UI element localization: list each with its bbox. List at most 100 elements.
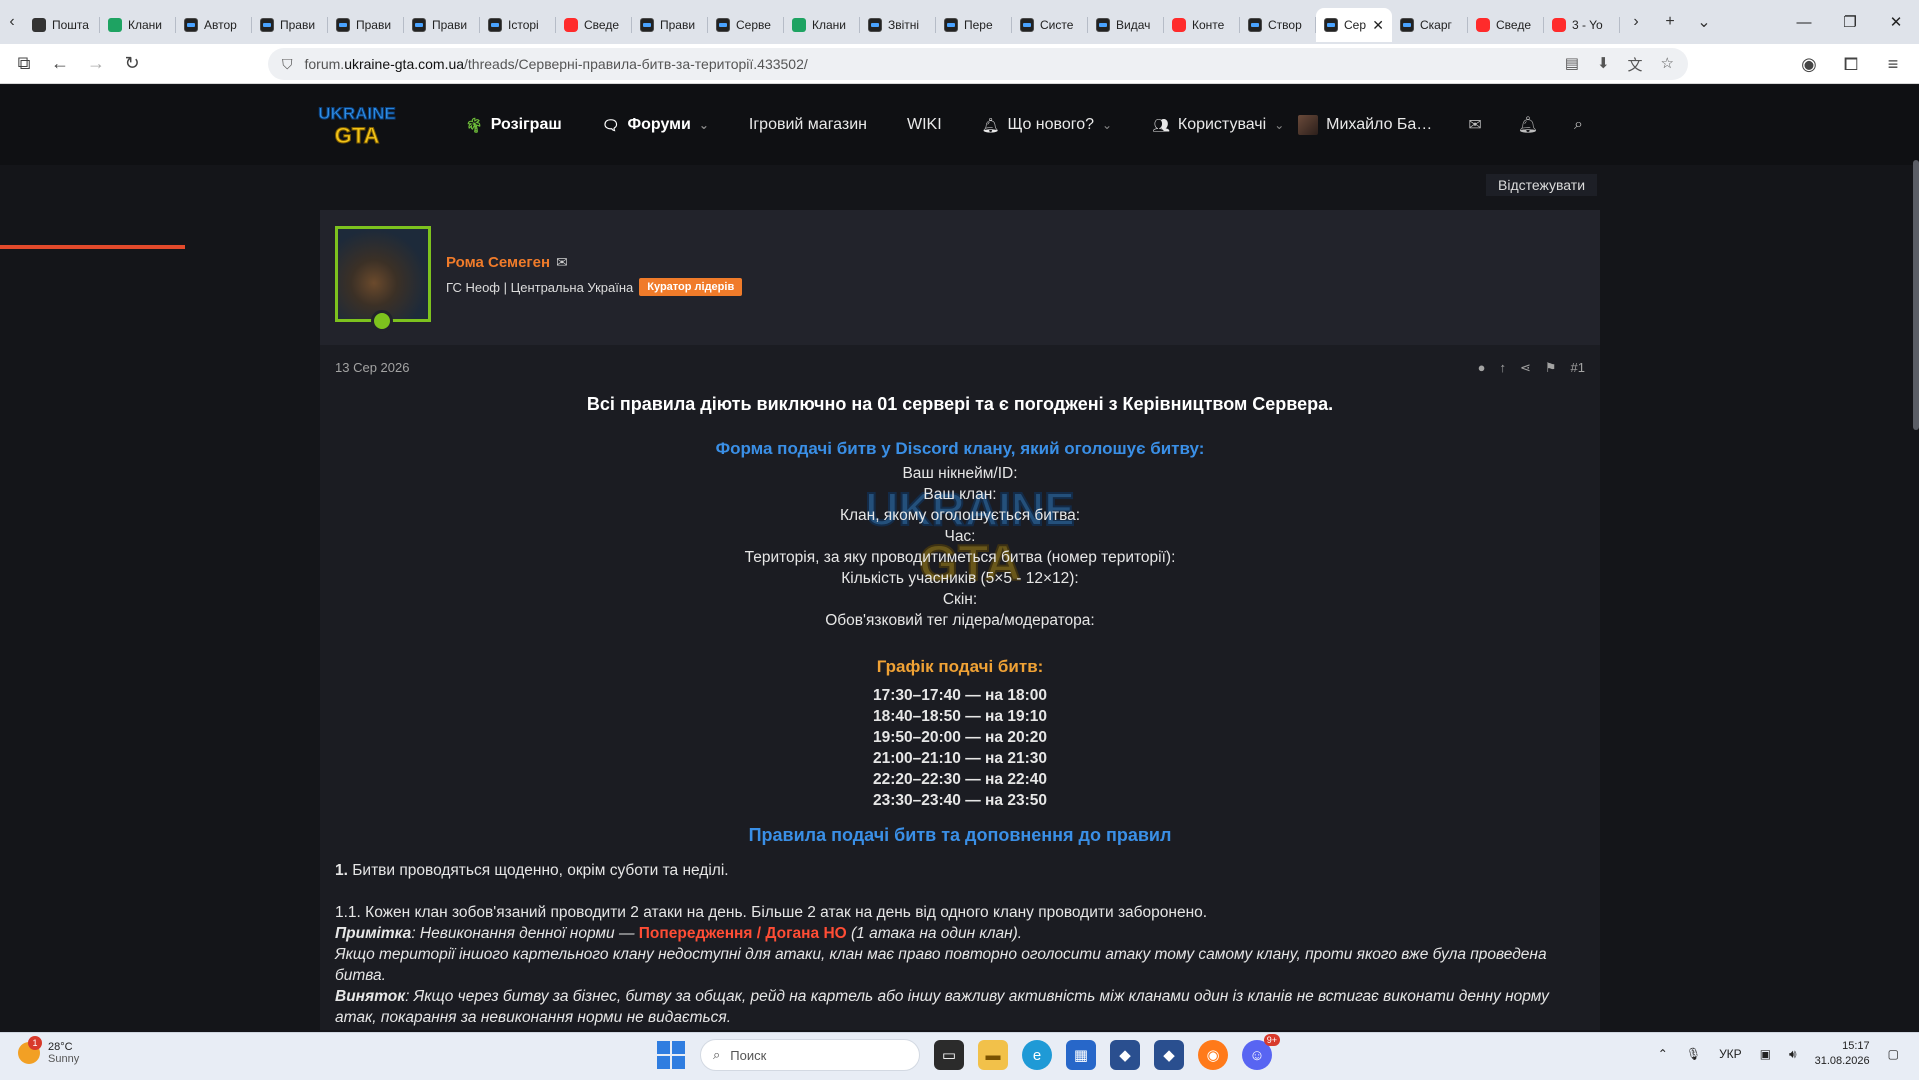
close-window-icon[interactable]: ✕ — [1873, 0, 1919, 44]
chevron-down-icon[interactable]: ⌄ — [1274, 118, 1284, 132]
tray-chevron-icon[interactable]: ⌃ — [1658, 1047, 1668, 1061]
browser-tab[interactable]: Систе — [1012, 8, 1088, 42]
nav-item[interactable]: Ігровий магазин — [729, 85, 887, 165]
volume-icon[interactable]: 🔊︎ — [1789, 1047, 1797, 1062]
user-menu[interactable]: Михайло Ба… — [1298, 115, 1432, 135]
tabs-scroll-left-icon[interactable]: ‹ — [0, 0, 24, 44]
edge-icon[interactable]: e — [1022, 1040, 1052, 1070]
post-date[interactable]: 13 Сер 2026 — [335, 360, 409, 375]
browser-tab[interactable]: Історі — [480, 8, 556, 42]
browser-tab[interactable]: Конте — [1164, 8, 1240, 42]
reader-view-icon[interactable]: ▤ — [1565, 54, 1579, 75]
tab-title: Систе — [1040, 18, 1074, 32]
youtube-icon — [564, 18, 578, 32]
nav-item[interactable]: 🌴︎ Розіграш — [445, 85, 582, 165]
forward-icon[interactable]: → — [78, 48, 114, 80]
save-page-icon[interactable]: ⬇ — [1597, 54, 1610, 75]
store-icon[interactable]: ▦ — [1066, 1040, 1096, 1070]
weather-widget[interactable]: 1 28°C Sunny — [18, 1036, 79, 1065]
start-button[interactable] — [656, 1040, 686, 1070]
bookmark-icon[interactable]: ⚑ — [1545, 360, 1557, 376]
browser-tab[interactable]: Сведе — [1468, 8, 1544, 42]
extensions-icon[interactable]: ⧠ — [1833, 48, 1869, 80]
sidebar-toggle-icon[interactable]: ⧉ — [6, 48, 42, 80]
nav-item[interactable]: 👥︎ Користувачі ⌄ — [1132, 85, 1304, 165]
menu-icon[interactable]: ≡ — [1875, 48, 1911, 80]
notifications-icon[interactable]: ▢ — [1888, 1047, 1899, 1061]
browser-tab[interactable]: Прави — [252, 8, 328, 42]
bookmark-star-icon[interactable]: ☆ — [1661, 54, 1674, 75]
task-view-icon[interactable]: ▭ — [934, 1040, 964, 1070]
reaction-icon[interactable]: ● — [1478, 360, 1486, 376]
share-icon[interactable]: ⋖ — [1520, 360, 1531, 376]
main-nav: 🌴︎ Розіграш 🗨︎ Форуми ⌄ Ігровий магазин WIKI 🔔︎… — [445, 85, 1304, 165]
file-explorer-icon[interactable]: ▬ — [978, 1040, 1008, 1070]
browser-tab[interactable]: Прави — [328, 8, 404, 42]
browser-tab[interactable]: Клани — [784, 8, 860, 42]
browser-tab[interactable]: Звітні — [860, 8, 936, 42]
ukraine-gta-logo[interactable]: UKRAINE GTA — [314, 97, 400, 151]
post-number[interactable]: #1 — [1571, 360, 1585, 376]
sheet-icon — [792, 18, 806, 32]
restore-icon[interactable]: ❐ — [1827, 0, 1873, 44]
address-bar[interactable]: ⛉ forum.ukraine-gta.com.ua/threads/Серве… — [268, 48, 1688, 80]
back-icon[interactable]: ← — [42, 48, 78, 80]
taskbar-apps: ⌕ Поиск ▭ ▬ e ▦ ◆ ◆ ◉ ☺ 9+ — [656, 1034, 1280, 1071]
schedule-item: 22:20–22:30 — на 22:40 — [873, 771, 1047, 788]
game-launcher-icon[interactable]: ◆ — [1110, 1040, 1140, 1070]
browser-tab[interactable]: Прави — [632, 8, 708, 42]
nav-item[interactable]: 🗨︎ Форуми ⌄ — [582, 85, 729, 165]
taskbar-search[interactable]: ⌕ Поиск — [700, 1039, 920, 1071]
clock[interactable]: 15:17 31.08.2026 — [1815, 1039, 1870, 1069]
browser-tab[interactable]: Пере — [936, 8, 1012, 42]
browser-tab[interactable]: Прави — [404, 8, 480, 42]
browser-tab[interactable]: Скарг — [1392, 8, 1468, 42]
browser-tab[interactable]: 3 - Yo — [1544, 8, 1620, 42]
tab-active[interactable]: Сер ✕ — [1316, 8, 1392, 42]
search-icon[interactable]: ⌕ — [1574, 116, 1583, 134]
discord-icon[interactable]: ☺ 9+ — [1242, 1034, 1280, 1070]
site-info-icon[interactable]: ⛉ — [282, 56, 293, 73]
tabs-scroll-right-icon[interactable]: › — [1619, 0, 1653, 44]
message-envelope-icon[interactable]: ✉ — [556, 254, 568, 271]
minimize-icon[interactable]: — — [1781, 0, 1827, 44]
account-icon[interactable]: ◉ — [1791, 48, 1827, 80]
form-line: Ваш нікнейм/ID: — [902, 465, 1018, 482]
nav-item[interactable]: 🔔︎ Що нового? ⌄ — [962, 85, 1132, 165]
chevron-down-icon[interactable]: ⌄ — [699, 118, 709, 132]
envelope-icon[interactable]: ✉ — [1468, 115, 1481, 135]
form-line: Ваш клан: — [923, 486, 997, 503]
microphone-icon[interactable]: 🎙︎ — [1686, 1047, 1701, 1061]
tab-list-chevron-icon[interactable]: ⌄ — [1687, 0, 1721, 44]
reload-icon[interactable]: ↻ — [114, 48, 150, 80]
chevron-down-icon[interactable]: ⌄ — [1102, 118, 1112, 132]
url-text[interactable]: forum.ukraine-gta.com.ua/threads/Серверн… — [305, 56, 808, 72]
browser-tab[interactable]: Клани — [100, 8, 176, 42]
nav-item[interactable]: WIKI — [887, 85, 962, 165]
new-tab-icon[interactable]: + — [1653, 0, 1687, 44]
firefox-icon[interactable]: ◉ — [1198, 1040, 1228, 1070]
network-icon[interactable]: ▣ — [1760, 1047, 1771, 1061]
language-indicator[interactable]: УКР — [1719, 1047, 1742, 1061]
watch-thread-button[interactable]: Відстежувати — [1486, 174, 1598, 196]
bell-icon[interactable]: 🔔︎ — [1518, 115, 1538, 135]
close-tab-icon[interactable]: ✕ — [1372, 17, 1384, 34]
clock-time: 15:17 — [1842, 1040, 1870, 1052]
page-scrollbar[interactable] — [1913, 160, 1919, 430]
forum-icon — [184, 18, 198, 32]
browser-tab[interactable]: Сведе — [556, 8, 632, 42]
tab-title: Видач — [1116, 18, 1151, 32]
youtube-icon — [1476, 18, 1490, 32]
browser-tab[interactable]: Пошта — [24, 8, 100, 42]
translate-icon[interactable]: 文 — [1628, 54, 1643, 75]
author-name[interactable]: Рома Семеген ✉ — [446, 254, 568, 271]
tab-title: Клани — [812, 18, 846, 32]
browser-tab[interactable]: Автор — [176, 8, 252, 42]
browser-tab[interactable]: Створ — [1240, 8, 1316, 42]
browser-tab[interactable]: Видач — [1088, 8, 1164, 42]
upvote-icon[interactable]: ↑ — [1499, 360, 1506, 376]
avatar[interactable] — [335, 226, 431, 322]
rule-note-2: Якщо території іншого картельного клану … — [335, 946, 1547, 984]
browser-tab[interactable]: Серве — [708, 8, 784, 42]
game-launcher-2-icon[interactable]: ◆ — [1154, 1040, 1184, 1070]
